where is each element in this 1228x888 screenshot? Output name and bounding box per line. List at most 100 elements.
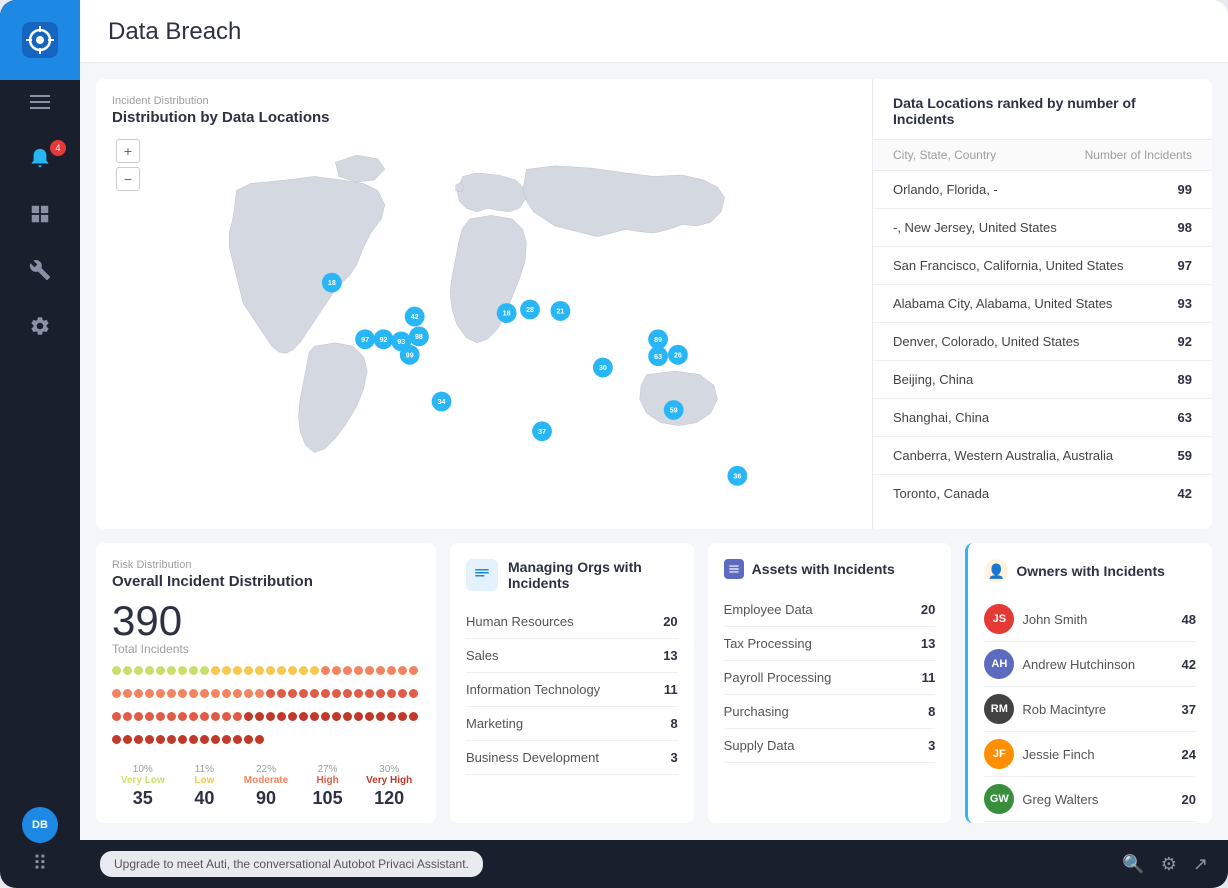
main-content: Data Breach Incident Distribution Distri…	[80, 0, 1228, 888]
risk-level-col: 11% Low 40	[174, 764, 236, 809]
svg-text:89: 89	[654, 337, 662, 344]
map-marker-26[interactable]: 26	[668, 345, 688, 365]
map-marker-37[interactable]: 37	[532, 421, 552, 441]
map-area: 18 42 97	[112, 134, 856, 502]
svg-text:92: 92	[380, 337, 388, 344]
risk-dot	[112, 735, 121, 744]
risk-dot	[145, 735, 154, 744]
risk-dot	[398, 689, 407, 698]
location-row[interactable]: Beijing, China89	[873, 361, 1212, 399]
risk-dot	[178, 689, 187, 698]
location-row[interactable]: Canberra, Western Australia, Australia59	[873, 437, 1212, 475]
map-marker-99[interactable]: 99	[400, 345, 420, 365]
risk-dot	[398, 712, 407, 721]
chat-hint-text[interactable]: Upgrade to meet Auti, the conversational…	[100, 851, 483, 877]
owner-row: JF Jessie Finch 24	[984, 732, 1196, 777]
risk-panel-label: Risk Distribution	[112, 559, 420, 571]
risk-level-col: 27% High 105	[297, 764, 359, 809]
map-marker-21[interactable]: 21	[551, 301, 571, 321]
sidebar-item-dashboard[interactable]	[0, 188, 80, 240]
risk-dot	[354, 712, 363, 721]
risk-dot	[332, 666, 341, 675]
risk-dot	[255, 712, 264, 721]
risk-dot	[244, 735, 253, 744]
risk-dot	[123, 712, 132, 721]
map-marker-36[interactable]: 36	[727, 466, 747, 486]
risk-total-label: Total Incidents	[112, 642, 420, 656]
map-marker-18a[interactable]: 18	[322, 273, 342, 293]
svg-text:34: 34	[438, 399, 446, 406]
risk-dot	[167, 689, 176, 698]
location-row[interactable]: San Francisco, California, United States…	[873, 247, 1212, 285]
orgs-panel-title: Managing Orgs with Incidents	[508, 559, 678, 591]
sidebar-item-tools[interactable]	[0, 244, 80, 296]
sidebar-item-notifications[interactable]: 4	[0, 132, 80, 184]
map-marker-28[interactable]: 28	[520, 300, 540, 320]
risk-dot	[178, 666, 187, 675]
risk-dot	[277, 689, 286, 698]
svg-text:42: 42	[411, 314, 419, 321]
risk-dot	[387, 712, 396, 721]
svg-text:28: 28	[526, 307, 534, 314]
sidebar-item-settings[interactable]	[0, 300, 80, 352]
map-marker-42[interactable]: 42	[405, 307, 425, 327]
svg-text:93: 93	[397, 339, 405, 346]
map-marker-97[interactable]: 97	[355, 329, 375, 349]
content-area: Incident Distribution Distribution by Da…	[80, 63, 1228, 840]
risk-dot	[354, 689, 363, 698]
world-map-svg: 18 42 97	[112, 134, 856, 502]
risk-dot	[387, 689, 396, 698]
location-row[interactable]: Shanghai, China63	[873, 399, 1212, 437]
asset-row: Employee Data20	[724, 593, 936, 627]
risk-dot	[189, 689, 198, 698]
location-row[interactable]: -, New Jersey, United States98	[873, 209, 1212, 247]
location-row[interactable]: Orlando, Florida, -99	[873, 171, 1212, 209]
map-marker-89[interactable]: 89	[648, 329, 668, 349]
map-section: Incident Distribution Distribution by Da…	[96, 79, 1212, 529]
risk-dot	[310, 666, 319, 675]
risk-dot	[123, 735, 132, 744]
org-row: Business Development3	[466, 741, 678, 775]
risk-dot	[310, 689, 319, 698]
assets-icon	[724, 559, 744, 579]
risk-dot	[255, 735, 264, 744]
org-row: Sales13	[466, 639, 678, 673]
risk-dot	[222, 666, 231, 675]
user-avatar[interactable]: DB	[22, 807, 58, 843]
map-marker-30[interactable]: 30	[593, 358, 613, 378]
page-header: Data Breach	[80, 0, 1228, 63]
risk-dot	[376, 689, 385, 698]
risk-dot	[365, 689, 374, 698]
owner-avatar: GW	[984, 784, 1014, 814]
map-marker-63[interactable]: 63	[648, 346, 668, 366]
risk-dot	[189, 666, 198, 675]
location-row[interactable]: Toronto, Canada42	[873, 475, 1212, 509]
risk-dot	[145, 712, 154, 721]
filter-icon[interactable]: ⚙	[1161, 854, 1177, 875]
export-icon[interactable]: ↗	[1193, 854, 1208, 875]
risk-level-col: 30% Very High 120	[358, 764, 420, 809]
risk-dot	[332, 689, 341, 698]
map-marker-92[interactable]: 92	[374, 329, 394, 349]
risk-dot	[299, 689, 308, 698]
location-row[interactable]: Alabama City, Alabama, United States93	[873, 285, 1212, 323]
map-marker-18b[interactable]: 18	[497, 303, 517, 323]
location-row[interactable]: Denver, Colorado, United States92	[873, 323, 1212, 361]
risk-dot	[222, 712, 231, 721]
risk-dot	[211, 735, 220, 744]
map-marker-59[interactable]: 59	[664, 400, 684, 420]
risk-dot	[211, 712, 220, 721]
map-marker-34[interactable]: 34	[432, 392, 452, 412]
bottom-icons: 🔍 ⚙ ↗	[1122, 854, 1208, 875]
hamburger-menu[interactable]	[0, 80, 80, 124]
risk-dot	[387, 666, 396, 675]
risk-dot	[178, 735, 187, 744]
logo[interactable]	[0, 0, 80, 80]
org-row: Human Resources20	[466, 605, 678, 639]
svg-text:63: 63	[654, 354, 662, 361]
search-icon[interactable]: 🔍	[1122, 854, 1144, 875]
risk-dot	[332, 712, 341, 721]
risk-panel-title: Overall Incident Distribution	[112, 573, 420, 590]
map-marker-98[interactable]: 98	[409, 326, 429, 346]
apps-icon[interactable]: ⠿	[33, 851, 48, 876]
